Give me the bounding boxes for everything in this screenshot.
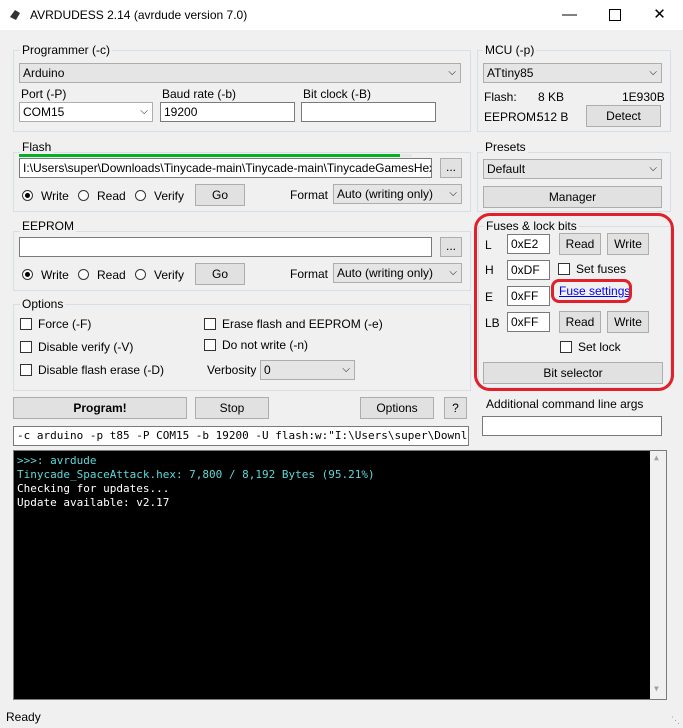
eeprom-verify-label: Verify — [154, 268, 185, 282]
programmer-select[interactable]: Arduino ⌵ — [19, 63, 461, 83]
force-checkbox[interactable] — [20, 318, 32, 330]
eeprom-write-radio[interactable] — [22, 269, 33, 280]
additional-args-input[interactable] — [482, 416, 662, 436]
manager-button[interactable]: Manager — [483, 186, 662, 208]
chevron-down-icon: ⌵ — [342, 364, 350, 375]
eeprom-group-label: EEPROM — [20, 219, 77, 233]
options-group-label: Options — [20, 297, 66, 311]
port-label: Port (-P) — [21, 87, 67, 101]
console-line: Tinycade_SpaceAttack.hex: 7,800 / 8,192 … — [17, 468, 375, 481]
resize-grip-icon[interactable]: ⋱ — [671, 715, 680, 726]
minimize-icon[interactable]: — — [547, 0, 592, 30]
flash-verify-radio[interactable] — [135, 190, 146, 201]
maximize-icon[interactable] — [592, 0, 637, 30]
eeprom-format-select[interactable]: Auto (writing only) ⌵ — [333, 263, 462, 283]
flash-go-button[interactable]: Go — [195, 184, 245, 206]
disable-verify-checkbox[interactable] — [20, 341, 32, 353]
eeprom-read-radio[interactable] — [78, 269, 89, 280]
chevron-down-icon: ⌵ — [448, 67, 456, 78]
chevron-down-icon: ⌵ — [449, 188, 457, 199]
verbosity-select[interactable]: 0 ⌵ — [260, 360, 355, 380]
flash-read-radio[interactable] — [78, 190, 89, 201]
status-bar: Ready ⋱ — [0, 706, 683, 728]
console-line: >>>: avrdude — [17, 454, 97, 467]
eeprom-go-button[interactable]: Go — [195, 263, 245, 285]
presets-group-label: Presets — [483, 140, 528, 154]
erase-checkbox[interactable] — [204, 318, 216, 330]
console-line: Update available: v2.17 — [17, 496, 170, 509]
fuse-settings-highlight-oval — [551, 279, 632, 303]
bitclock-label: Bit clock (-B) — [303, 87, 372, 101]
mcu-flash-value: 8 KB — [538, 90, 565, 104]
verbosity-label: Verbosity — [207, 363, 257, 377]
scroll-up-icon[interactable]: ▲ — [654, 453, 659, 462]
erase-label: Erase flash and EEPROM (-e) — [222, 317, 383, 331]
presets-select-value: Default — [487, 162, 526, 176]
mcu-flash-label: Flash: — [484, 90, 517, 104]
baud-input[interactable]: 19200 — [160, 102, 295, 122]
mcu-eeprom-label: EEPROM: — [484, 110, 540, 124]
flash-file-input[interactable]: I:\Users\super\Downloads\Tinycade-main\T… — [19, 158, 432, 178]
programmer-group-label: Programmer (-c) — [20, 43, 113, 57]
chevron-down-icon: ⌵ — [140, 106, 148, 117]
flash-format-select[interactable]: Auto (writing only) ⌵ — [333, 184, 462, 204]
status-text: Ready — [6, 710, 41, 724]
app-icon — [8, 8, 22, 22]
help-button[interactable]: ? — [444, 397, 467, 419]
chevron-down-icon: ⌵ — [649, 67, 657, 78]
flash-progress-fill — [19, 154, 401, 157]
presets-select[interactable]: Default ⌵ — [483, 159, 662, 179]
mcu-group-label: MCU (-p) — [483, 43, 537, 57]
options-button[interactable]: Options — [360, 397, 434, 419]
mcu-select-value: ATtiny85 — [487, 66, 534, 80]
flash-progress-bar — [19, 154, 412, 157]
program-button[interactable]: Program! — [13, 397, 187, 419]
port-select-value: COM15 — [23, 105, 65, 119]
eeprom-read-label: Read — [97, 268, 126, 282]
baud-label: Baud rate (-b) — [162, 87, 237, 101]
eeprom-format-value: Auto (writing only) — [337, 266, 434, 280]
mcu-signature: 1E930B — [622, 90, 665, 104]
eeprom-browse-button[interactable]: ... — [440, 237, 462, 257]
mcu-select[interactable]: ATtiny85 ⌵ — [483, 63, 662, 83]
close-icon[interactable]: ✕ — [637, 0, 682, 30]
no-write-label: Do not write (-n) — [222, 338, 309, 352]
eeprom-file-input[interactable] — [19, 237, 432, 257]
eeprom-write-label: Write — [41, 268, 69, 282]
additional-args-label: Additional command line args — [486, 397, 644, 411]
console-scrollbar[interactable]: ▲ ▼ — [650, 451, 666, 699]
eeprom-format-label: Format — [290, 267, 329, 281]
window-title: AVRDUDESS 2.14 (avrdude version 7.0) — [30, 8, 248, 22]
verbosity-value: 0 — [264, 363, 271, 377]
force-label: Force (-F) — [38, 317, 92, 331]
flash-format-label: Format — [290, 188, 329, 202]
eeprom-verify-radio[interactable] — [135, 269, 146, 280]
disable-verify-label: Disable verify (-V) — [38, 340, 134, 354]
bitclock-input[interactable] — [301, 102, 436, 122]
stop-button[interactable]: Stop — [195, 397, 269, 419]
flash-write-radio[interactable] — [22, 190, 33, 201]
flash-format-value: Auto (writing only) — [337, 187, 434, 201]
chevron-down-icon: ⌵ — [649, 163, 657, 174]
command-line-field[interactable]: -c arduino -p t85 -P COM15 -b 19200 -U f… — [13, 426, 469, 446]
console-output[interactable]: >>>: avrdude Tinycade_SpaceAttack.hex: 7… — [13, 450, 667, 700]
port-select[interactable]: COM15 ⌵ — [19, 102, 153, 122]
scroll-down-icon[interactable]: ▼ — [654, 684, 659, 693]
mcu-eeprom-value: 512 B — [537, 110, 569, 124]
flash-write-label: Write — [41, 189, 69, 203]
flash-group-label: Flash — [20, 140, 54, 154]
title-bar: AVRDUDESS 2.14 (avrdude version 7.0) — ✕ — [0, 0, 683, 30]
console-line: Checking for updates... — [17, 482, 170, 495]
flash-verify-label: Verify — [154, 189, 185, 203]
flash-browse-button[interactable]: ... — [440, 158, 462, 178]
chevron-down-icon: ⌵ — [449, 267, 457, 278]
programmer-select-value: Arduino — [23, 66, 65, 80]
flash-read-label: Read — [97, 189, 126, 203]
disable-flash-erase-checkbox[interactable] — [20, 364, 32, 376]
disable-flash-erase-label: Disable flash erase (-D) — [38, 363, 165, 377]
detect-button[interactable]: Detect — [586, 105, 661, 127]
no-write-checkbox[interactable] — [204, 339, 216, 351]
